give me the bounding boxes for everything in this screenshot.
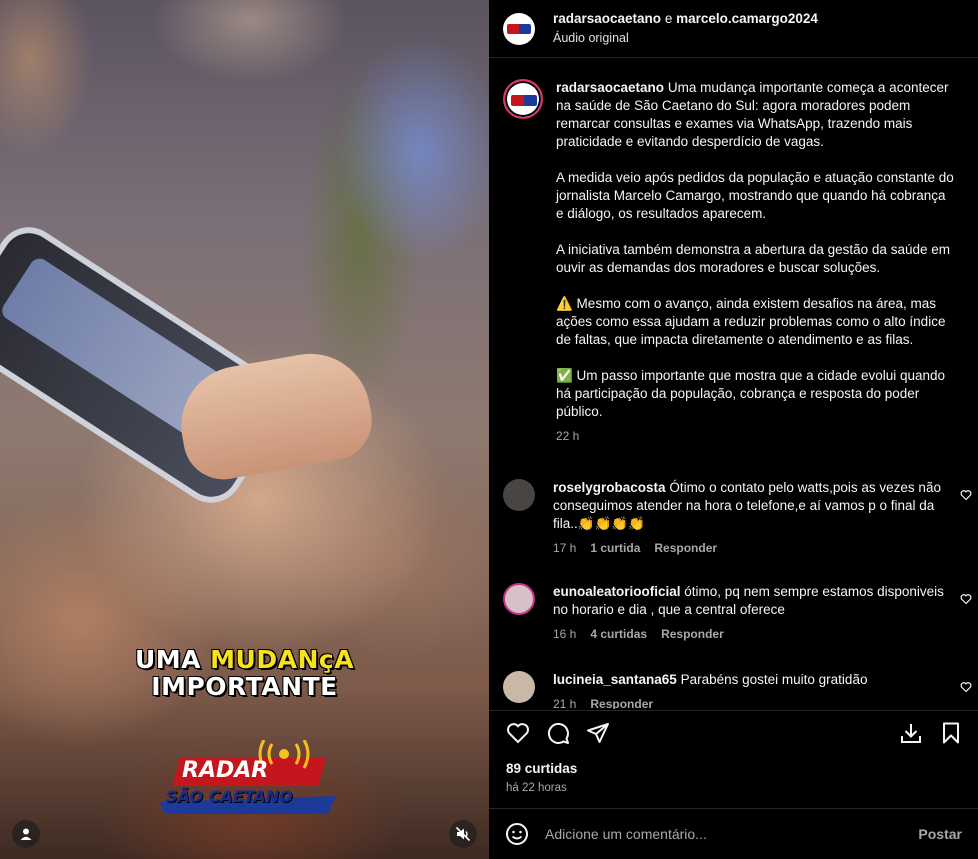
comment-button[interactable] (545, 720, 571, 746)
radar-logo-sub: SÃO CAETANO (166, 787, 293, 806)
caption-avatar[interactable] (503, 79, 543, 119)
post-actions-bar (489, 710, 978, 754)
mute-button[interactable] (449, 820, 477, 848)
caption-paragraph-1: radarsaocaetano Uma mudança importante c… (556, 79, 956, 151)
author-username-1[interactable]: radarsaocaetano (553, 11, 661, 26)
bookmark-icon (943, 722, 959, 743)
caption-paragraph-4: ⚠️ Mesmo com o avanço, ainda existem des… (556, 296, 946, 347)
comment-time: 16 h (553, 627, 577, 641)
share-button[interactable] (585, 720, 611, 746)
actions-right (898, 720, 978, 746)
caption-username[interactable]: radarsaocaetano (556, 80, 664, 95)
comment-username[interactable]: roselygrobacosta (553, 480, 666, 495)
comment-body: eunoaleatoriooficial ótimo, pq nem sempr… (553, 579, 953, 643)
comment-likes[interactable]: 1 curtida (590, 539, 640, 557)
post-details-panel: radarsaocaetano e marcelo.camargo2024 Áu… (489, 0, 978, 859)
overlay-line1-highlight: MUDANçA (210, 645, 355, 674)
comment-time: 21 h (553, 697, 577, 709)
user-icon (20, 828, 32, 840)
reply-button[interactable]: Responder (590, 695, 653, 709)
caption-entry: radarsaocaetano Uma mudança importante c… (489, 59, 978, 445)
header-text: radarsaocaetano e marcelo.camargo2024 Áu… (553, 11, 818, 47)
comment-username[interactable]: lucineia_santana65 (553, 672, 677, 687)
commenter-avatar[interactable] (503, 671, 535, 703)
comment-content: lucineia_santana65 Parabéns gostei muito… (553, 671, 953, 689)
comment-username[interactable]: eunoaleatoriooficial (553, 584, 681, 599)
comments-list[interactable]: radarsaocaetano Uma mudança importante c… (489, 59, 978, 709)
header-authors: radarsaocaetano e marcelo.camargo2024 (553, 11, 818, 28)
comment-input[interactable] (545, 826, 919, 842)
comment-body: roselygrobacosta Ótimo o contato pelo wa… (553, 475, 953, 557)
likes-count[interactable]: 89 curtidas (506, 761, 577, 776)
commenter-avatar[interactable] (503, 479, 535, 511)
download-icon (901, 723, 921, 743)
comment-content: eunoaleatoriooficial ótimo, pq nem sempr… (553, 583, 953, 619)
add-comment-bar: Postar (489, 808, 978, 859)
radar-avatar-icon (507, 23, 531, 34)
video-overlay-text-line1: UMA MUDANçA (0, 645, 489, 674)
post-modal: UMA MUDANçA IMPORTANTE RADAR SÃO CAETANO (0, 0, 978, 859)
comment-meta: 21 h Responder (553, 695, 953, 709)
caption-body: radarsaocaetano Uma mudança importante c… (556, 65, 956, 445)
reply-button[interactable]: Responder (661, 625, 724, 643)
post-header: radarsaocaetano e marcelo.camargo2024 Áu… (489, 0, 978, 58)
comment-like-heart-icon[interactable] (960, 681, 972, 693)
author-avatar[interactable] (503, 12, 535, 45)
post-time: há 22 horas (506, 782, 567, 794)
commenter-avatar[interactable] (503, 583, 535, 615)
caption-paragraph-3: A iniciativa também demonstra a abertura… (556, 242, 950, 275)
heart-icon (506, 722, 530, 743)
save-button[interactable] (938, 720, 964, 746)
download-button[interactable] (898, 720, 924, 746)
emoji-icon[interactable] (505, 822, 529, 846)
original-audio-link[interactable]: Áudio original (553, 31, 818, 47)
reply-button[interactable]: Responder (654, 539, 717, 557)
comment-row: roselygrobacosta Ótimo o contato pelo wa… (489, 475, 978, 557)
caption-time: 22 h (556, 429, 580, 443)
reel-video[interactable]: UMA MUDANçA IMPORTANTE RADAR SÃO CAETANO (0, 0, 489, 859)
caption-paragraph-2: A medida veio após pedidos da população … (556, 170, 954, 221)
comment-time: 17 h (553, 541, 577, 555)
caption-meta: 22 h (556, 427, 956, 445)
comment-like-heart-icon[interactable] (960, 489, 972, 501)
comment-meta: 17 h 1 curtida Responder (553, 539, 953, 557)
like-button[interactable] (505, 720, 531, 746)
send-icon (587, 722, 609, 743)
tagged-users-button[interactable] (12, 820, 40, 848)
comment-icon (547, 722, 569, 744)
post-comment-button[interactable]: Postar (918, 826, 962, 842)
muted-speaker-icon (455, 826, 471, 842)
comment-body: lucineia_santana65 Parabéns gostei muito… (553, 667, 953, 709)
caption-paragraph-5: ✅ Um passo importante que mostra que a c… (556, 368, 946, 419)
comment-like-heart-icon[interactable] (960, 593, 972, 605)
author-conjunction: e (661, 10, 677, 26)
comment-text: Parabéns gostei muito gratidão (680, 672, 868, 687)
video-overlay-text-line2: IMPORTANTE (151, 672, 338, 701)
comment-row: lucineia_santana65 Parabéns gostei muito… (489, 667, 978, 709)
comment-meta: 16 h 4 curtidas Responder (553, 625, 953, 643)
comment-row: eunoaleatoriooficial ótimo, pq nem sempr… (489, 579, 978, 643)
overlay-line1-pre: UMA (134, 645, 211, 674)
comment-likes[interactable]: 4 curtidas (590, 625, 647, 643)
radar-logo-main: RADAR (182, 758, 269, 783)
comment-content: roselygrobacosta Ótimo o contato pelo wa… (553, 479, 953, 533)
radar-avatar-icon (511, 95, 537, 106)
author-username-2[interactable]: marcelo.camargo2024 (676, 11, 818, 26)
